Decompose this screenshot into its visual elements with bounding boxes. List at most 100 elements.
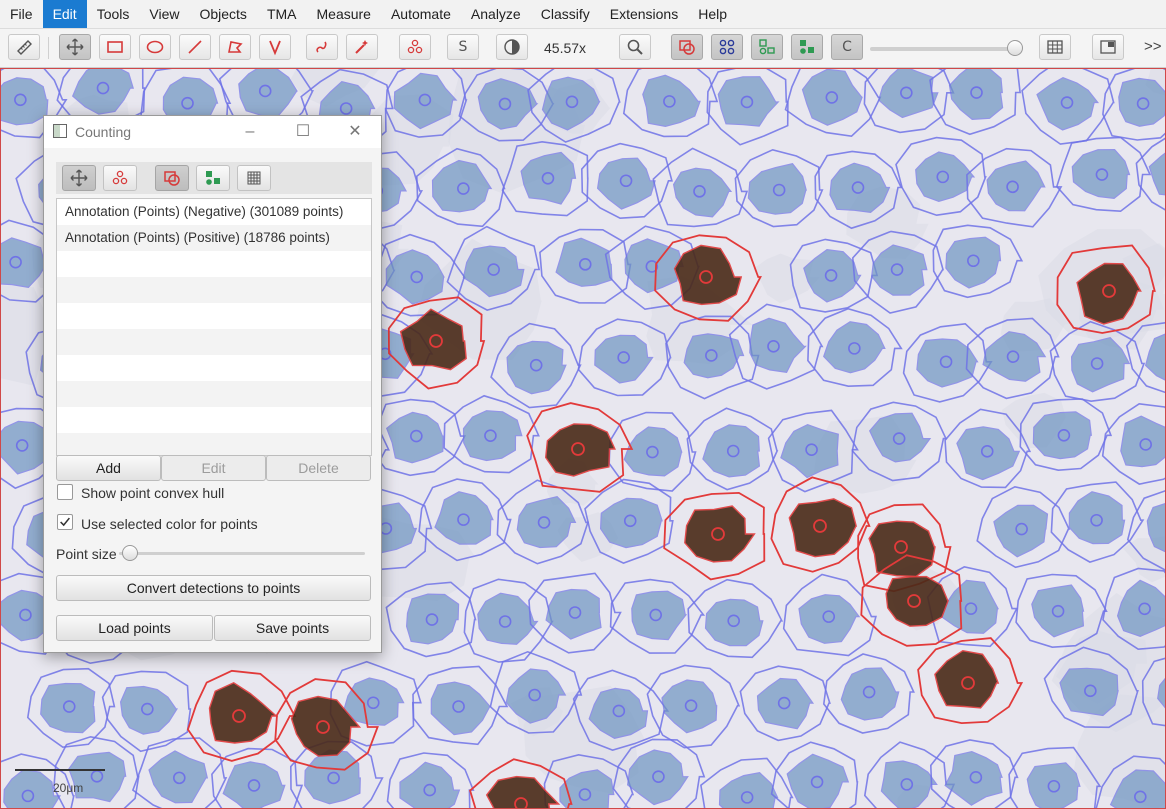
counting-dialog: Counting – ☐ ✕ Annotation (Points) (Nega…	[43, 115, 382, 653]
annotation-list-item[interactable]: Annotation (Points) (Positive) (18786 po…	[57, 225, 371, 251]
negative-nucleus	[1068, 491, 1126, 545]
point-size-slider[interactable]	[119, 552, 365, 555]
ellipse-icon	[146, 40, 164, 54]
show-annotations-button[interactable]	[671, 34, 703, 60]
negative-nucleus	[661, 679, 718, 734]
negative-nucleus	[1031, 584, 1085, 638]
menu-help[interactable]: Help	[688, 0, 737, 28]
app-icon	[53, 124, 67, 138]
brightness-contrast-button[interactable]	[496, 34, 528, 60]
negative-nucleus	[1026, 762, 1081, 808]
annotation-list-empty-row	[57, 381, 371, 407]
ruler-icon	[17, 40, 32, 55]
main-toolbar: S 45.57x C >>	[0, 29, 1166, 68]
negative-nucleus	[642, 74, 701, 128]
show-names-button[interactable]: S	[447, 34, 479, 60]
menu-tma[interactable]: TMA	[257, 0, 307, 28]
show-annotations-button[interactable]	[155, 165, 189, 191]
line-tool-button[interactable]	[179, 34, 211, 60]
fill-detections-button[interactable]	[196, 165, 230, 191]
menu-extensions[interactable]: Extensions	[600, 0, 688, 28]
negative-nucleus	[956, 426, 1021, 481]
add-button[interactable]: Add	[56, 455, 161, 481]
measure-tool-button[interactable]	[8, 34, 40, 60]
wand-icon	[355, 40, 368, 54]
annotations-icon	[164, 171, 180, 186]
edit-button[interactable]: Edit	[161, 455, 266, 481]
negative-nucleus	[40, 682, 96, 734]
polygon-tool-button[interactable]	[219, 34, 251, 60]
use-color-checkbox[interactable]	[57, 514, 73, 530]
menu-classify[interactable]: Classify	[531, 0, 600, 28]
ellipse-tool-button[interactable]	[139, 34, 171, 60]
negative-nucleus	[1059, 667, 1119, 717]
opacity-slider-thumb[interactable]	[1007, 40, 1023, 56]
negative-nucleus	[545, 588, 602, 640]
move-tool-button[interactable]	[59, 34, 91, 60]
menu-tools[interactable]: Tools	[87, 0, 140, 28]
annotation-list-empty-row	[57, 251, 371, 277]
point-size-slider-thumb[interactable]	[122, 545, 138, 561]
negative-nucleus	[119, 685, 178, 735]
negative-nucleus	[718, 772, 779, 808]
negative-nucleus	[704, 598, 764, 647]
annotation-list[interactable]: Annotation (Points) (Negative) (301089 p…	[56, 198, 372, 456]
polyline-tool-button[interactable]	[259, 34, 291, 60]
show-hull-checkbox[interactable]	[57, 484, 73, 500]
negative-nucleus	[702, 424, 761, 478]
negative-nucleus	[405, 593, 460, 645]
menu-file[interactable]: File	[0, 0, 43, 28]
negative-nucleus	[1118, 77, 1165, 127]
rectangle-tool-button[interactable]	[99, 34, 131, 60]
menu-view[interactable]: View	[139, 0, 189, 28]
negative-nucleus	[596, 157, 656, 210]
show-tma-grid-button[interactable]	[711, 34, 743, 60]
grid-icon	[247, 171, 261, 185]
close-icon[interactable]: ✕	[345, 122, 365, 142]
delete-button[interactable]: Delete	[266, 455, 371, 481]
negative-nucleus	[1144, 333, 1165, 381]
show-connections-button[interactable]: C	[831, 34, 863, 60]
show-grid-button[interactable]	[1039, 34, 1071, 60]
save-points-button[interactable]: Save points	[214, 615, 371, 641]
minimize-icon[interactable]: –	[240, 122, 260, 142]
annotation-list-empty-row	[57, 277, 371, 303]
negative-nucleus	[786, 753, 850, 808]
annotation-list-empty-row	[57, 355, 371, 381]
menu-edit[interactable]: Edit	[42, 0, 87, 28]
brush-tool-button[interactable]	[306, 34, 338, 60]
menu-automate[interactable]: Automate	[381, 0, 461, 28]
convert-detections-button[interactable]: Convert detections to points	[56, 575, 371, 601]
grid-icon	[1047, 40, 1063, 54]
detection-opacity-slider[interactable]	[870, 47, 1020, 51]
negative-nucleus	[717, 76, 780, 127]
magnifier-icon	[627, 39, 643, 55]
menu-objects[interactable]: Objects	[189, 0, 256, 28]
overview-button[interactable]	[1092, 34, 1124, 60]
move-tool-button[interactable]	[62, 165, 96, 191]
menu-measure[interactable]: Measure	[307, 0, 381, 28]
zoom-to-fit-button[interactable]	[619, 34, 651, 60]
wand-tool-button[interactable]	[346, 34, 378, 60]
menu-analyze[interactable]: Analyze	[461, 0, 531, 28]
points-tool-button[interactable]	[103, 165, 137, 191]
negative-nucleus	[1032, 411, 1092, 460]
show-detections-button[interactable]	[751, 34, 783, 60]
negative-nucleus	[945, 236, 1002, 289]
toolbar-overflow-chevron[interactable]: >>	[1144, 38, 1162, 55]
polygon-icon	[228, 41, 243, 53]
points-tool-button[interactable]	[399, 34, 431, 60]
load-points-button[interactable]: Load points	[56, 615, 213, 641]
negative-nucleus	[1036, 77, 1100, 131]
dialog-titlebar[interactable]: Counting – ☐ ✕	[44, 116, 381, 148]
maximize-icon[interactable]: ☐	[293, 122, 313, 142]
annotation-list-item[interactable]: Annotation (Points) (Negative) (301089 p…	[57, 199, 371, 225]
fill-detections-button[interactable]	[791, 34, 823, 60]
negative-nucleus	[944, 750, 1003, 806]
negative-nucleus	[798, 594, 861, 644]
show-grid-button[interactable]	[237, 165, 271, 191]
negative-nucleus	[749, 317, 807, 373]
negative-nucleus	[756, 677, 815, 730]
points-icon	[112, 170, 128, 185]
use-color-label: Use selected color for points	[81, 516, 258, 532]
